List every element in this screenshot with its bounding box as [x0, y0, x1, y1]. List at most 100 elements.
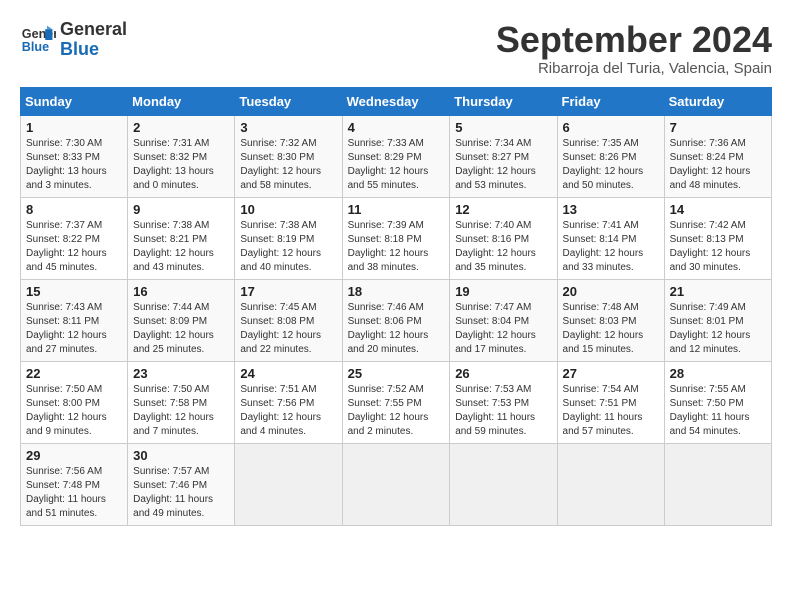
table-row: 30 Sunrise: 7:57 AM Sunset: 7:46 PM Dayl…: [128, 443, 235, 525]
day-number: 4: [348, 120, 445, 135]
logo: General Blue General Blue: [20, 20, 127, 60]
day-info: Sunrise: 7:48 AM Sunset: 8:03 PM Dayligh…: [563, 302, 644, 355]
day-info: Sunrise: 7:37 AM Sunset: 8:22 PM Dayligh…: [26, 220, 107, 273]
day-number: 15: [26, 284, 122, 299]
svg-text:Blue: Blue: [22, 40, 49, 54]
day-number: 8: [26, 202, 122, 217]
day-info: Sunrise: 7:38 AM Sunset: 8:19 PM Dayligh…: [240, 220, 321, 273]
calendar-table: Sunday Monday Tuesday Wednesday Thursday…: [20, 87, 772, 526]
table-row: 21 Sunrise: 7:49 AM Sunset: 8:01 PM Dayl…: [664, 279, 771, 361]
header-saturday: Saturday: [664, 87, 771, 115]
day-info: Sunrise: 7:38 AM Sunset: 8:21 PM Dayligh…: [133, 220, 214, 273]
day-info: Sunrise: 7:35 AM Sunset: 8:26 PM Dayligh…: [563, 138, 644, 191]
table-row: 11 Sunrise: 7:39 AM Sunset: 8:18 PM Dayl…: [342, 197, 450, 279]
table-row: 13 Sunrise: 7:41 AM Sunset: 8:14 PM Dayl…: [557, 197, 664, 279]
day-number: 9: [133, 202, 229, 217]
month-title: September 2024: [496, 20, 772, 60]
header-thursday: Thursday: [450, 87, 557, 115]
day-number: 12: [455, 202, 551, 217]
day-info: Sunrise: 7:46 AM Sunset: 8:06 PM Dayligh…: [348, 302, 429, 355]
day-number: 7: [670, 120, 766, 135]
day-info: Sunrise: 7:39 AM Sunset: 8:18 PM Dayligh…: [348, 220, 429, 273]
day-number: 1: [26, 120, 122, 135]
day-number: 5: [455, 120, 551, 135]
day-number: 16: [133, 284, 229, 299]
calendar-week-row: 8 Sunrise: 7:37 AM Sunset: 8:22 PM Dayli…: [21, 197, 772, 279]
table-row: 26 Sunrise: 7:53 AM Sunset: 7:53 PM Dayl…: [450, 361, 557, 443]
table-row: 22 Sunrise: 7:50 AM Sunset: 8:00 PM Dayl…: [21, 361, 128, 443]
day-number: 24: [240, 366, 336, 381]
day-info: Sunrise: 7:57 AM Sunset: 7:46 PM Dayligh…: [133, 466, 213, 519]
table-row: 3 Sunrise: 7:32 AM Sunset: 8:30 PM Dayli…: [235, 115, 342, 197]
day-info: Sunrise: 7:31 AM Sunset: 8:32 PM Dayligh…: [133, 138, 214, 191]
header-wednesday: Wednesday: [342, 87, 450, 115]
day-info: Sunrise: 7:30 AM Sunset: 8:33 PM Dayligh…: [26, 138, 107, 191]
day-info: Sunrise: 7:56 AM Sunset: 7:48 PM Dayligh…: [26, 466, 106, 519]
table-row: 20 Sunrise: 7:48 AM Sunset: 8:03 PM Dayl…: [557, 279, 664, 361]
table-row: [342, 443, 450, 525]
calendar-week-row: 15 Sunrise: 7:43 AM Sunset: 8:11 PM Dayl…: [21, 279, 772, 361]
table-row: 10 Sunrise: 7:38 AM Sunset: 8:19 PM Dayl…: [235, 197, 342, 279]
calendar-week-row: 29 Sunrise: 7:56 AM Sunset: 7:48 PM Dayl…: [21, 443, 772, 525]
day-number: 13: [563, 202, 659, 217]
day-info: Sunrise: 7:34 AM Sunset: 8:27 PM Dayligh…: [455, 138, 536, 191]
day-number: 21: [670, 284, 766, 299]
logo-text: General Blue: [60, 20, 127, 60]
table-row: 6 Sunrise: 7:35 AM Sunset: 8:26 PM Dayli…: [557, 115, 664, 197]
day-info: Sunrise: 7:41 AM Sunset: 8:14 PM Dayligh…: [563, 220, 644, 273]
day-number: 17: [240, 284, 336, 299]
table-row: 19 Sunrise: 7:47 AM Sunset: 8:04 PM Dayl…: [450, 279, 557, 361]
day-number: 25: [348, 366, 445, 381]
calendar-week-row: 22 Sunrise: 7:50 AM Sunset: 8:00 PM Dayl…: [21, 361, 772, 443]
day-number: 2: [133, 120, 229, 135]
day-info: Sunrise: 7:50 AM Sunset: 7:58 PM Dayligh…: [133, 384, 214, 437]
table-row: 12 Sunrise: 7:40 AM Sunset: 8:16 PM Dayl…: [450, 197, 557, 279]
day-number: 26: [455, 366, 551, 381]
table-row: 9 Sunrise: 7:38 AM Sunset: 8:21 PM Dayli…: [128, 197, 235, 279]
table-row: 1 Sunrise: 7:30 AM Sunset: 8:33 PM Dayli…: [21, 115, 128, 197]
location-subtitle: Ribarroja del Turia, Valencia, Spain: [496, 60, 772, 77]
day-info: Sunrise: 7:50 AM Sunset: 8:00 PM Dayligh…: [26, 384, 107, 437]
header-sunday: Sunday: [21, 87, 128, 115]
day-info: Sunrise: 7:55 AM Sunset: 7:50 PM Dayligh…: [670, 384, 750, 437]
header-friday: Friday: [557, 87, 664, 115]
day-info: Sunrise: 7:33 AM Sunset: 8:29 PM Dayligh…: [348, 138, 429, 191]
table-row: 8 Sunrise: 7:37 AM Sunset: 8:22 PM Dayli…: [21, 197, 128, 279]
table-row: 18 Sunrise: 7:46 AM Sunset: 8:06 PM Dayl…: [342, 279, 450, 361]
table-row: 28 Sunrise: 7:55 AM Sunset: 7:50 PM Dayl…: [664, 361, 771, 443]
day-info: Sunrise: 7:44 AM Sunset: 8:09 PM Dayligh…: [133, 302, 214, 355]
day-number: 22: [26, 366, 122, 381]
table-row: 27 Sunrise: 7:54 AM Sunset: 7:51 PM Dayl…: [557, 361, 664, 443]
table-row: 15 Sunrise: 7:43 AM Sunset: 8:11 PM Dayl…: [21, 279, 128, 361]
table-row: [450, 443, 557, 525]
day-info: Sunrise: 7:51 AM Sunset: 7:56 PM Dayligh…: [240, 384, 321, 437]
day-info: Sunrise: 7:40 AM Sunset: 8:16 PM Dayligh…: [455, 220, 536, 273]
day-info: Sunrise: 7:32 AM Sunset: 8:30 PM Dayligh…: [240, 138, 321, 191]
header-monday: Monday: [128, 87, 235, 115]
table-row: [664, 443, 771, 525]
day-number: 23: [133, 366, 229, 381]
table-row: 2 Sunrise: 7:31 AM Sunset: 8:32 PM Dayli…: [128, 115, 235, 197]
day-number: 20: [563, 284, 659, 299]
day-number: 28: [670, 366, 766, 381]
table-row: 23 Sunrise: 7:50 AM Sunset: 7:58 PM Dayl…: [128, 361, 235, 443]
table-row: [557, 443, 664, 525]
header: General Blue General Blue September 2024…: [20, 20, 772, 77]
table-row: 17 Sunrise: 7:45 AM Sunset: 8:08 PM Dayl…: [235, 279, 342, 361]
table-row: 16 Sunrise: 7:44 AM Sunset: 8:09 PM Dayl…: [128, 279, 235, 361]
day-number: 19: [455, 284, 551, 299]
day-number: 10: [240, 202, 336, 217]
table-row: 7 Sunrise: 7:36 AM Sunset: 8:24 PM Dayli…: [664, 115, 771, 197]
day-number: 3: [240, 120, 336, 135]
day-number: 30: [133, 448, 229, 463]
table-row: 29 Sunrise: 7:56 AM Sunset: 7:48 PM Dayl…: [21, 443, 128, 525]
header-tuesday: Tuesday: [235, 87, 342, 115]
day-info: Sunrise: 7:53 AM Sunset: 7:53 PM Dayligh…: [455, 384, 535, 437]
day-number: 27: [563, 366, 659, 381]
day-number: 11: [348, 202, 445, 217]
table-row: [235, 443, 342, 525]
calendar-week-row: 1 Sunrise: 7:30 AM Sunset: 8:33 PM Dayli…: [21, 115, 772, 197]
day-number: 18: [348, 284, 445, 299]
weekday-header-row: Sunday Monday Tuesday Wednesday Thursday…: [21, 87, 772, 115]
day-info: Sunrise: 7:36 AM Sunset: 8:24 PM Dayligh…: [670, 138, 751, 191]
